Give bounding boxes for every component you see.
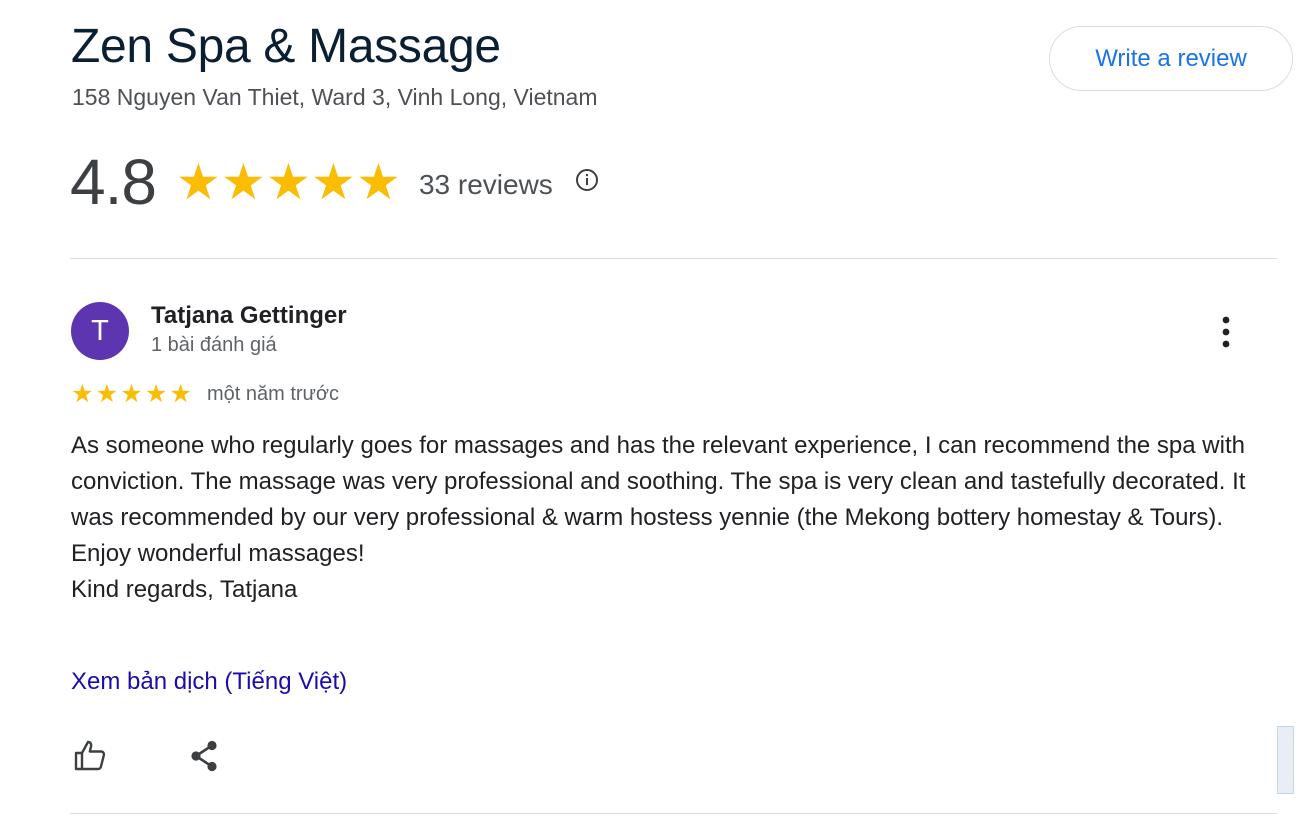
star-icon: ★ xyxy=(266,154,311,210)
thumbs-up-icon[interactable] xyxy=(70,735,110,775)
review-paragraph: Kind regards, Tatjana xyxy=(71,576,298,603)
star-icon: ★ xyxy=(311,154,356,210)
business-address: 158 Nguyen Van Thiet, Ward 3, Vinh Long,… xyxy=(72,84,598,110)
reviewer-name[interactable]: Tatjana Gettinger xyxy=(151,302,347,330)
avatar[interactable]: T xyxy=(71,302,129,360)
write-review-button[interactable]: Write a review xyxy=(1049,26,1293,91)
scrollbar[interactable] xyxy=(1277,726,1294,794)
review-panel: Zen Spa & Massage 158 Nguyen Van Thiet, … xyxy=(0,0,1302,836)
average-rating: 4.8 xyxy=(70,146,157,218)
review-count[interactable]: 33 reviews xyxy=(419,169,553,201)
star-icon: ★ xyxy=(221,154,266,210)
divider xyxy=(70,258,1277,259)
review-paragraph: As someone who regularly goes for massag… xyxy=(71,432,1246,531)
review-body: As someone who regularly goes for massag… xyxy=(71,428,1261,608)
review-date: một năm trước xyxy=(206,382,340,405)
average-rating-stars: ★ ★ ★ ★ ★ xyxy=(176,157,401,207)
info-icon[interactable] xyxy=(575,168,599,192)
business-title: Zen Spa & Massage xyxy=(71,20,501,73)
rating-summary: 4.8 ★ ★ ★ ★ ★ 33 reviews xyxy=(70,146,599,218)
more-options-icon[interactable] xyxy=(1212,315,1240,349)
star-icon: ★ xyxy=(356,154,401,210)
divider xyxy=(70,813,1277,814)
reviewer-review-count: 1 bài đánh giá xyxy=(151,334,277,356)
star-icon: ★ xyxy=(176,154,221,210)
review-paragraph: Enjoy wonderful massages! xyxy=(71,540,365,567)
translate-link[interactable]: Xem bản dịch (Tiếng Việt) xyxy=(71,668,347,696)
share-icon[interactable] xyxy=(184,736,224,776)
review-rating: ★ ★ ★ ★ ★ một năm trước xyxy=(70,380,339,408)
star-icon: ★ xyxy=(71,380,94,408)
star-icon: ★ xyxy=(169,380,192,408)
star-icon: ★ xyxy=(144,380,168,408)
star-icon: ★ xyxy=(120,380,143,408)
review-stars: ★ ★ ★ ★ ★ xyxy=(70,381,193,407)
star-icon: ★ xyxy=(95,380,119,408)
